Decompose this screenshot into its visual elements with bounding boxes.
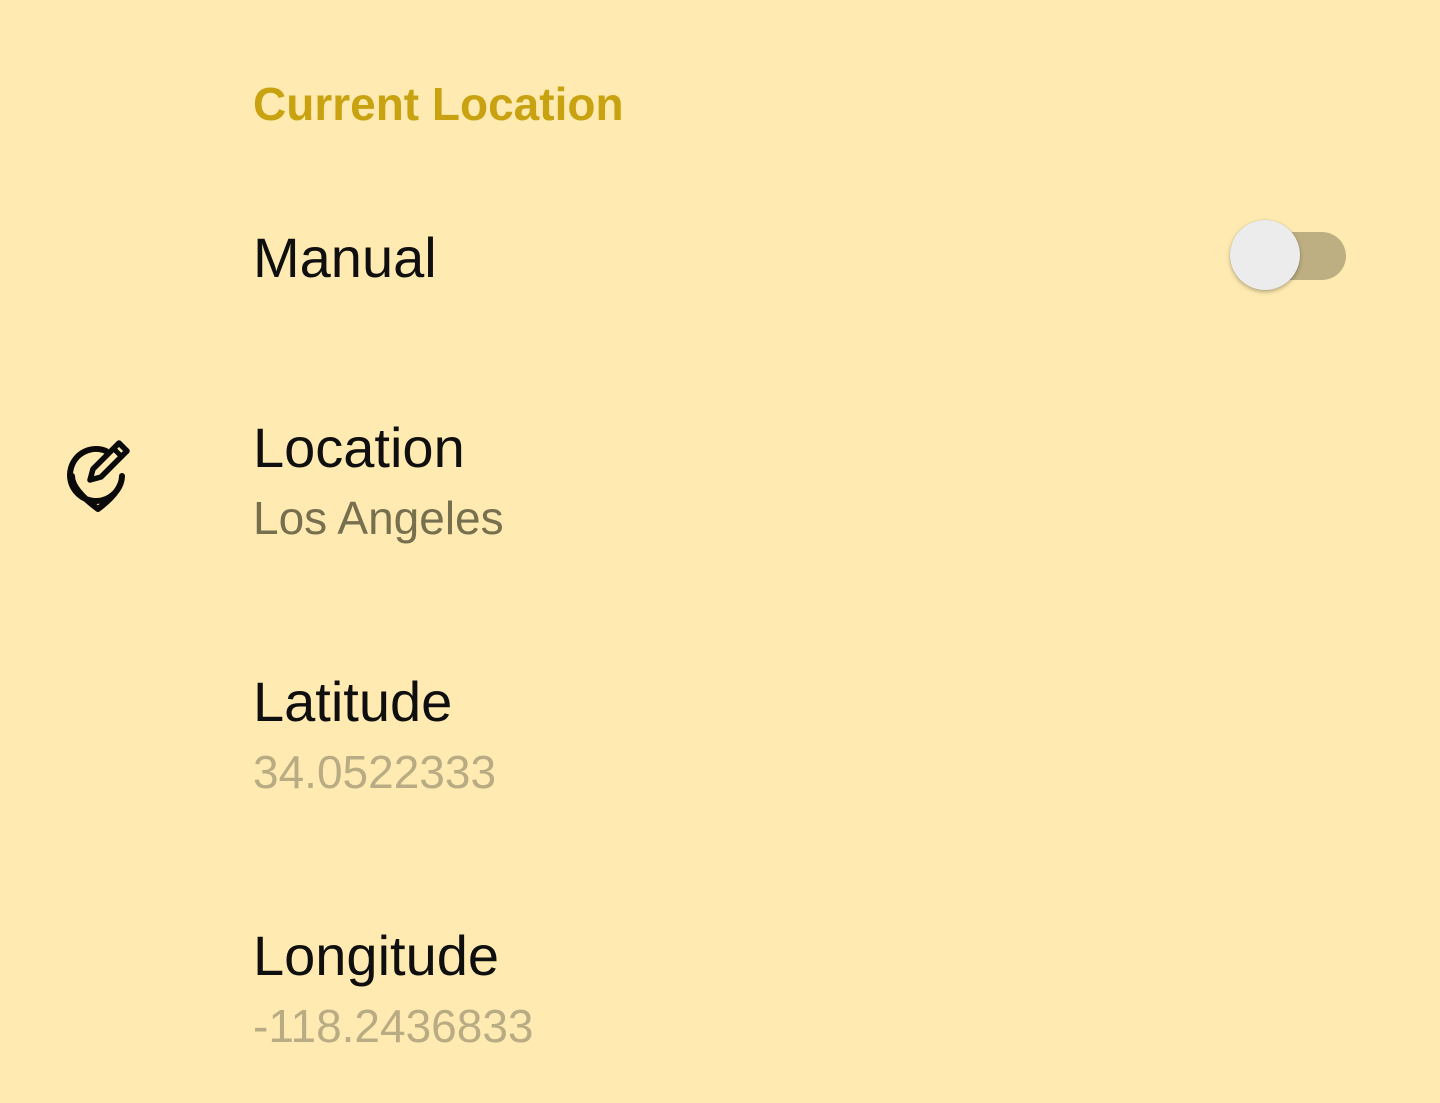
longitude-preference-row[interactable]: Longitude -118.2436833 <box>0 904 1440 1074</box>
manual-preference-row[interactable]: Manual <box>0 180 1440 340</box>
location-value: Los Angeles <box>253 492 504 544</box>
longitude-title: Longitude <box>253 924 500 987</box>
section-header-current-location: Current Location <box>253 78 624 130</box>
manual-toggle-switch[interactable] <box>1228 218 1350 294</box>
longitude-value: -118.2436833 <box>253 1000 534 1052</box>
manual-title: Manual <box>253 226 437 289</box>
location-preference-row[interactable]: Location Los Angeles <box>0 400 1440 570</box>
location-title: Location <box>253 416 465 479</box>
edit-location-icon <box>67 440 130 512</box>
latitude-title: Latitude <box>253 670 453 733</box>
latitude-preference-row[interactable]: Latitude 34.0522333 <box>0 650 1440 820</box>
latitude-value: 34.0522333 <box>253 746 497 798</box>
switch-thumb <box>1230 220 1300 290</box>
